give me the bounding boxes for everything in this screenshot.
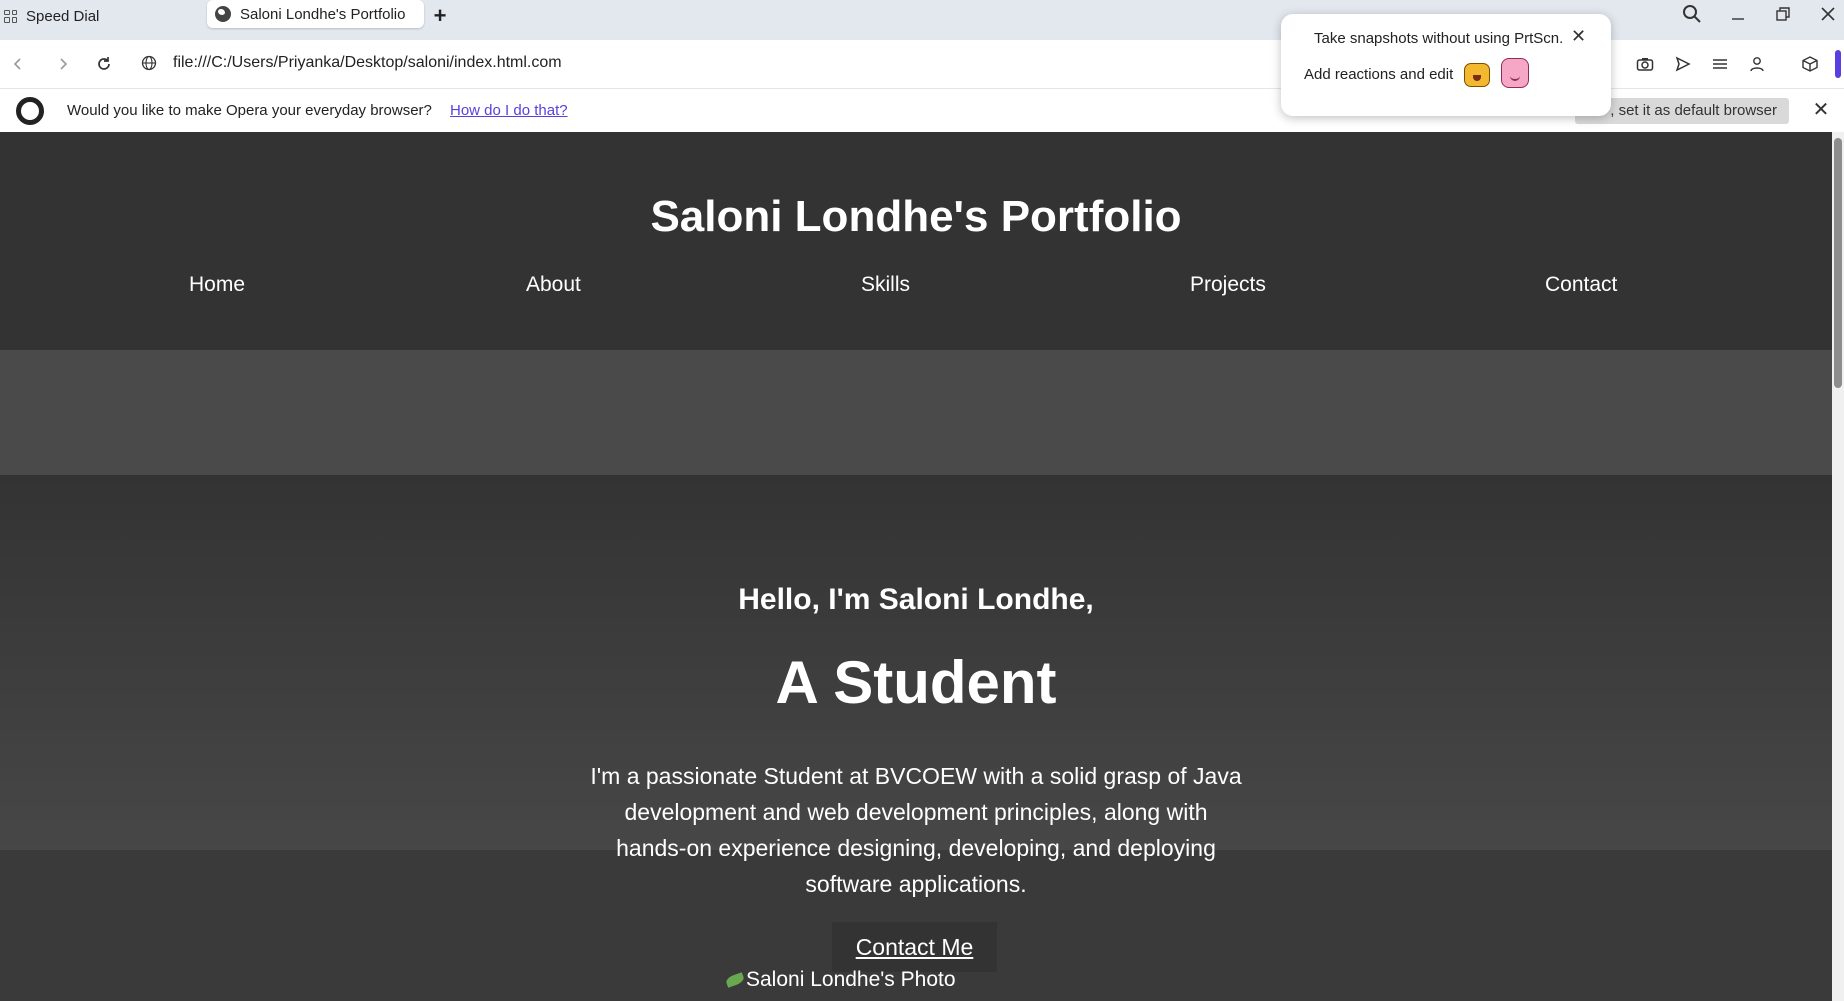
tab-portfolio[interactable]: Saloni Londhe's Portfolio bbox=[207, 0, 424, 28]
site-title: Saloni Londhe's Portfolio bbox=[650, 192, 1182, 241]
hero-role: A Student bbox=[775, 649, 1057, 716]
hero-bio: I'm a passionate Student at BVCOEW with … bbox=[590, 763, 1242, 897]
infobar-help-link[interactable]: How do I do that? bbox=[450, 102, 568, 119]
speed-dial-icon bbox=[4, 9, 17, 23]
nav-contact[interactable]: Contact bbox=[1545, 273, 1617, 297]
extensions-cube-icon[interactable] bbox=[1796, 50, 1824, 78]
search-icon[interactable] bbox=[1672, 0, 1712, 28]
reload-icon[interactable] bbox=[90, 50, 118, 78]
nav-skills[interactable]: Skills bbox=[861, 273, 910, 297]
header-band bbox=[0, 350, 1832, 475]
web-page: Saloni Londhe's Portfolio Home About Ski… bbox=[0, 132, 1832, 1001]
snapshot-tip-popup: Take snapshots without using PrtScn. ✕ A… bbox=[1281, 14, 1611, 116]
nav-home[interactable]: Home bbox=[189, 273, 245, 297]
broken-image-icon bbox=[724, 972, 746, 988]
hero-greeting: Hello, I'm Saloni Londhe, bbox=[738, 583, 1094, 616]
close-window-icon[interactable] bbox=[1808, 0, 1844, 28]
contact-me-button[interactable]: Contact Me bbox=[832, 922, 997, 972]
restore-icon[interactable] bbox=[1763, 0, 1803, 28]
reaction-happy-icon bbox=[1464, 63, 1490, 87]
profile-photo: Saloni Londhe's Photo bbox=[724, 968, 956, 992]
tab-speed-dial[interactable]: Speed Dial bbox=[4, 0, 99, 32]
photo-alt-text: Saloni Londhe's Photo bbox=[746, 968, 956, 991]
popup-submessage: Add reactions and edit bbox=[1304, 66, 1454, 83]
infobar-message: Would you like to make Opera your everyd… bbox=[67, 102, 432, 119]
url-field[interactable]: file:///C:/Users/Priyanka/Desktop/saloni… bbox=[173, 54, 562, 72]
scrollbar-thumb[interactable] bbox=[1834, 138, 1842, 388]
tab-label: Speed Dial bbox=[26, 7, 100, 25]
popup-close-icon[interactable]: ✕ bbox=[1571, 26, 1586, 47]
nav-about[interactable]: About bbox=[526, 273, 581, 297]
camera-icon[interactable] bbox=[1631, 50, 1659, 78]
minimize-icon[interactable] bbox=[1718, 0, 1758, 28]
popup-message: Take snapshots without using PrtScn. bbox=[1314, 30, 1564, 47]
infobar-close-icon[interactable]: ✕ bbox=[1809, 97, 1833, 123]
tab-label: Saloni Londhe's Portfolio bbox=[240, 5, 406, 23]
sidebar-accent-bar bbox=[1835, 50, 1841, 78]
opera-logo-icon bbox=[16, 97, 44, 125]
reaction-pink-face-icon bbox=[1501, 58, 1529, 88]
back-icon[interactable] bbox=[4, 50, 32, 78]
globe-icon bbox=[215, 6, 231, 22]
site-header: Saloni Londhe's Portfolio Home About Ski… bbox=[0, 132, 1832, 350]
send-icon[interactable] bbox=[1669, 50, 1697, 78]
account-icon[interactable] bbox=[1743, 50, 1771, 78]
forward-icon[interactable] bbox=[49, 50, 77, 78]
nav-projects[interactable]: Projects bbox=[1190, 273, 1266, 297]
easy-setup-icon[interactable] bbox=[1706, 50, 1734, 78]
new-tab-button[interactable]: + bbox=[428, 4, 452, 28]
site-info-icon[interactable] bbox=[141, 55, 157, 71]
